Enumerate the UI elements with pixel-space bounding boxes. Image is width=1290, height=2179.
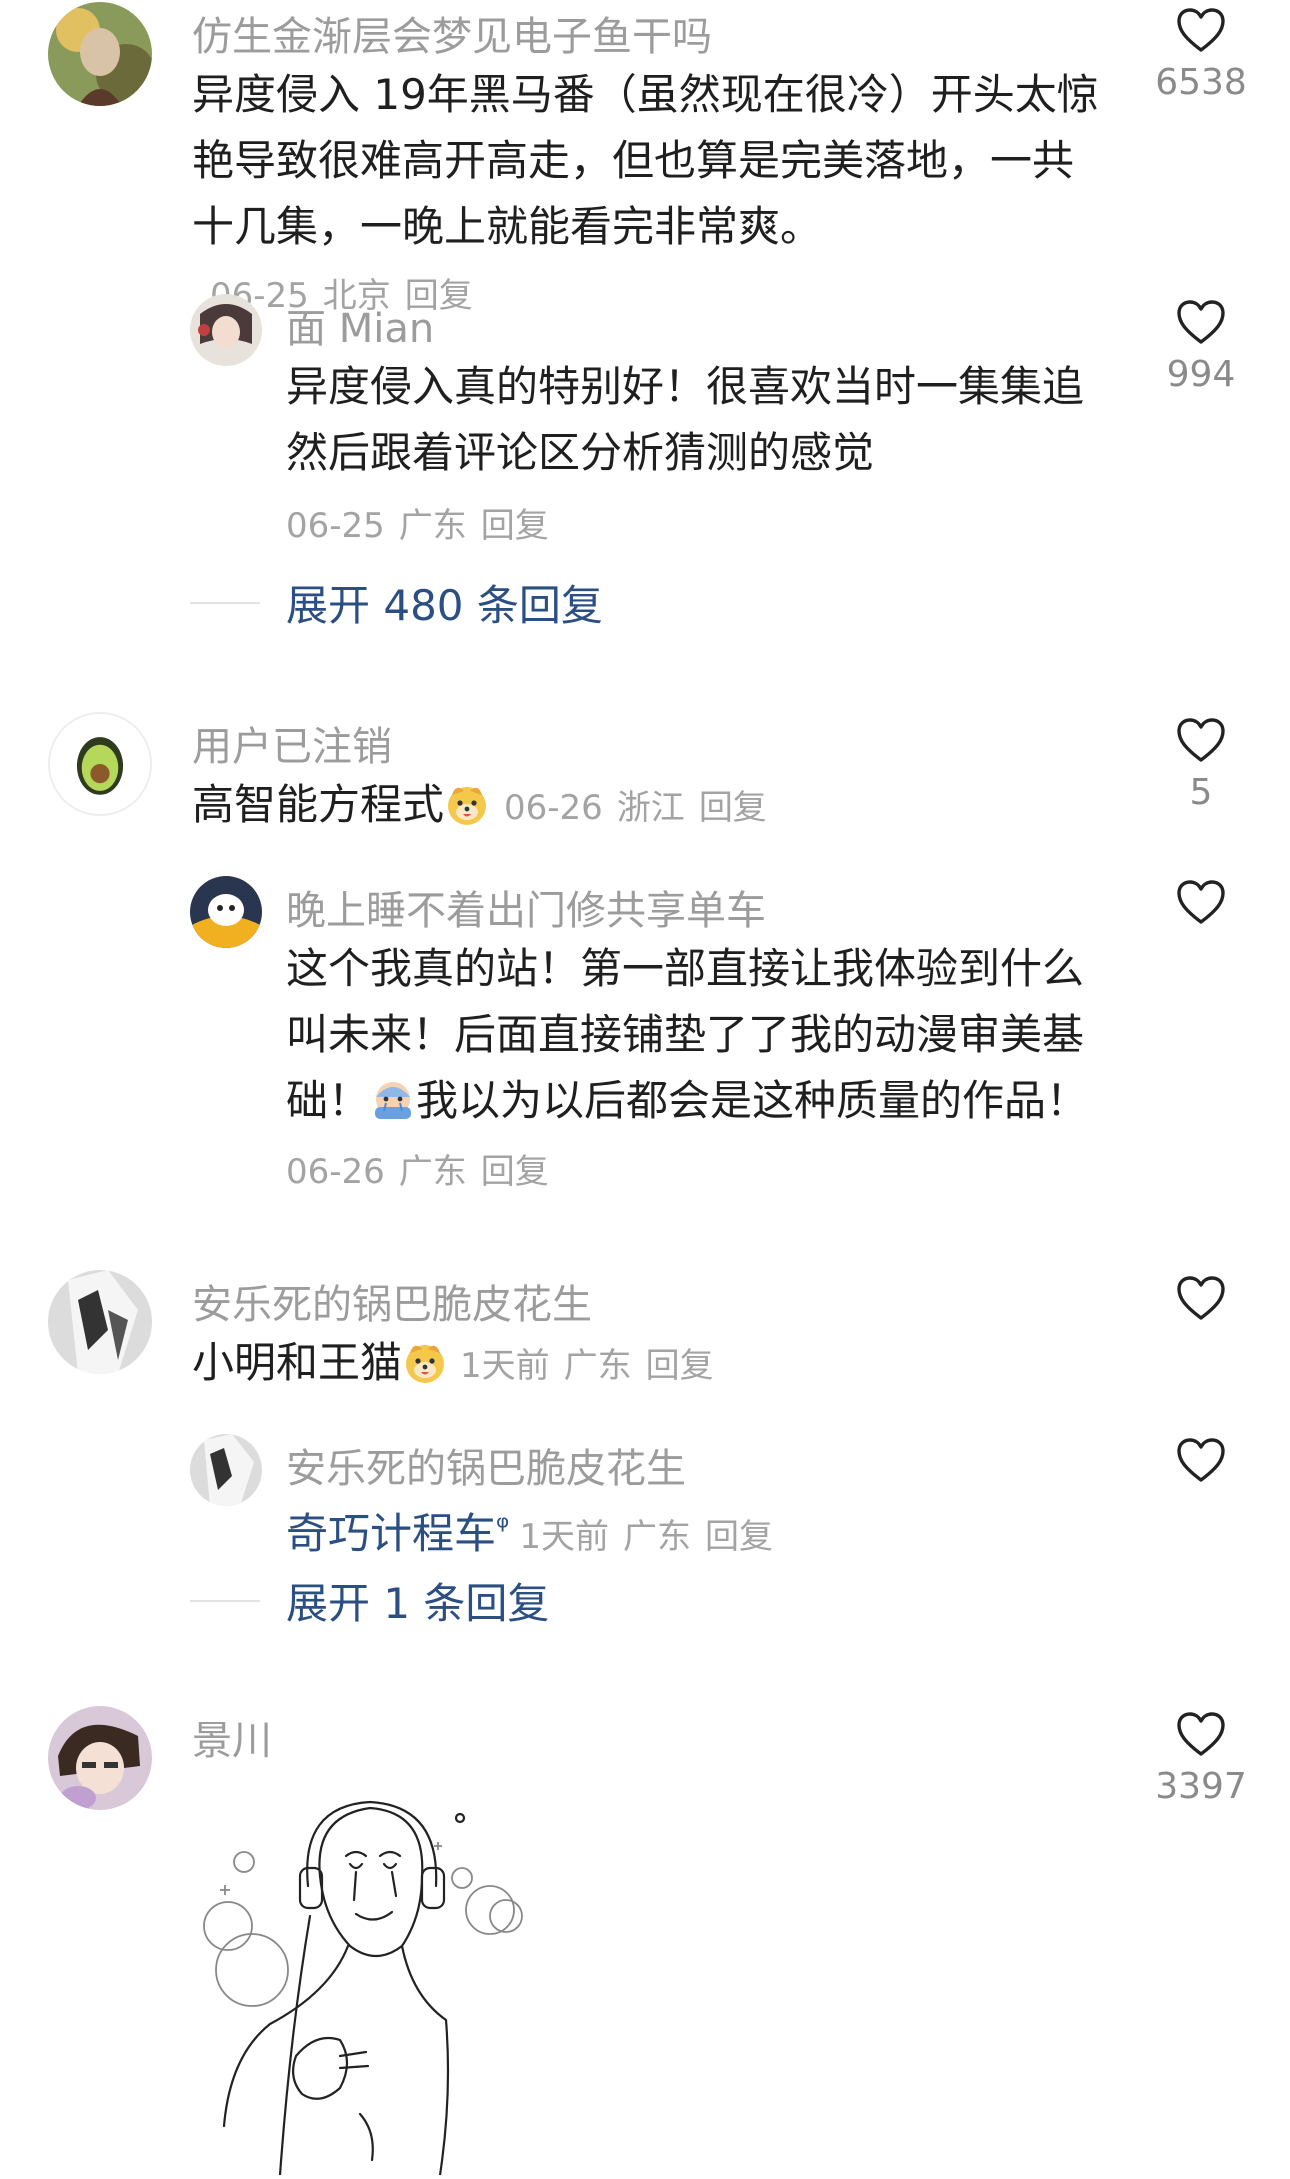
reply-text: 奇巧计程车ᵠ 1天前 广东 回复 [286, 1494, 1106, 1570]
reply-button[interactable]: 回复 [481, 506, 549, 546]
avatar[interactable] [190, 876, 262, 948]
comment-username[interactable]: 景川 [192, 1708, 272, 1766]
avatar[interactable] [190, 1434, 262, 1506]
heart-outline-icon [1177, 1276, 1225, 1320]
avatar[interactable] [48, 1706, 152, 1810]
crying-face-emoji [375, 1082, 412, 1119]
comment-meta: 06-26 浙江 回复 [504, 788, 767, 828]
like-button[interactable]: 3397 [1136, 1710, 1266, 1807]
like-button[interactable]: 5 [1136, 716, 1266, 813]
avatar[interactable] [48, 1270, 152, 1374]
like-button[interactable]: 994 [1136, 298, 1266, 395]
like-count: 994 [1166, 354, 1236, 395]
search-icon[interactable]: ᵠ [496, 1508, 509, 1546]
like-button[interactable]: 6538 [1136, 6, 1266, 103]
like-count: 6538 [1155, 62, 1247, 103]
comment-text: 异度侵入 19年黑马番（虽然现在很冷）开头太惊艳导致很难高开高走，但也算是完美落… [192, 70, 1099, 316]
heart-outline-icon [1177, 718, 1225, 762]
comment-text: 高智能方程式 06-26 浙江 回复 [192, 772, 1112, 841]
like-button[interactable] [1136, 878, 1266, 926]
reply-button[interactable]: 回复 [646, 1346, 714, 1386]
heart-outline-icon [1177, 300, 1225, 344]
comment-image[interactable] [190, 1796, 550, 2177]
comment-username[interactable]: 安乐死的锅巴脆皮花生 [192, 1272, 592, 1330]
heart-outline-icon [1177, 880, 1225, 924]
reply-username[interactable]: 晚上睡不着出门修共享单车 [286, 878, 766, 936]
reply-meta: 1天前 广东 回复 [519, 1517, 773, 1557]
crying-man-sketch-image [203, 1800, 523, 2177]
comment-text: 小明和王猫 1天前 广东 回复 [192, 1330, 1112, 1399]
smiling-dog-emoji [406, 1345, 445, 1383]
heart-outline-icon [1177, 8, 1225, 52]
avatar[interactable] [190, 294, 262, 366]
smiling-dog-emoji [448, 787, 487, 825]
heart-outline-icon [1177, 1712, 1225, 1756]
reply-button[interactable]: 回复 [705, 1517, 773, 1557]
search-link[interactable]: 奇巧计程车 [286, 1509, 496, 1558]
reply-button[interactable]: 回复 [481, 1152, 549, 1192]
like-button[interactable] [1136, 1274, 1266, 1322]
reply-button[interactable]: 回复 [699, 788, 767, 828]
expand-replies-button[interactable]: 展开 1 条回复 [190, 1570, 549, 1631]
comment-username[interactable]: 用户已注销 [192, 714, 392, 772]
like-count: 5 [1189, 772, 1213, 813]
expand-replies-label: 展开 480 条回复 [286, 581, 603, 630]
reply-username[interactable]: 安乐死的锅巴脆皮花生 [286, 1436, 686, 1494]
divider [190, 601, 260, 604]
expand-replies-label: 展开 1 条回复 [286, 1579, 550, 1628]
avatar[interactable] [48, 2, 152, 106]
heart-outline-icon [1177, 1438, 1225, 1482]
avatar[interactable] [48, 712, 152, 816]
reply-text: 这个我真的站！第一部直接让我体验到什么叫未来！后面直接铺垫了了我的动漫审美基础！… [286, 944, 1089, 1125]
reply-username[interactable]: 面 Mian [286, 296, 434, 354]
like-count: 3397 [1155, 1766, 1247, 1807]
comment-meta: 1天前 广东 回复 [460, 1346, 714, 1386]
divider [190, 1599, 260, 1602]
reply-text: 异度侵入真的特别好！很喜欢当时一集集追然后跟着评论区分析猜测的感觉 [286, 362, 1085, 477]
reply-meta: 06-25 广东 回复 [286, 506, 549, 546]
expand-replies-button[interactable]: 展开 480 条回复 [190, 572, 603, 633]
reply-meta: 06-26 广东 回复 [286, 1152, 549, 1192]
like-button[interactable] [1136, 1436, 1266, 1484]
comment-username[interactable]: 仿生金渐层会梦见电子鱼干吗 [192, 4, 712, 62]
